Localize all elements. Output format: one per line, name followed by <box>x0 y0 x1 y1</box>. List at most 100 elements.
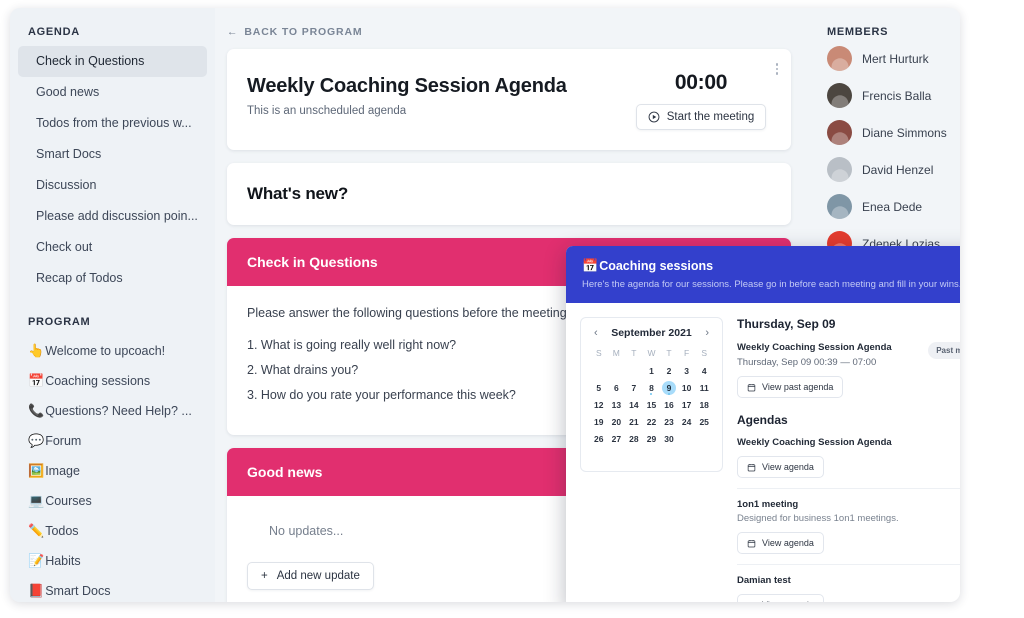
member-name: Diane Simmons <box>862 125 947 140</box>
calendar-widget[interactable]: ‹ September 2021 › SMTWTFS 1 2 3 4 5 6 7 8 9 10 11… <box>580 317 723 472</box>
calendar-day[interactable]: 15 <box>643 396 661 413</box>
calendar-day[interactable]: 1 <box>643 362 661 379</box>
view-agenda-button[interactable]: View agenda <box>737 594 824 602</box>
calendar-day[interactable]: 27 <box>608 430 626 447</box>
sidebar-program-item[interactable]: 💻 Courses <box>10 486 215 516</box>
calendar-day[interactable]: 22 <box>643 413 661 430</box>
sidebar-agenda-item[interactable]: Check in Questions <box>18 46 207 77</box>
sidebar-program-item[interactable]: 📕 Smart Docs <box>10 576 215 602</box>
calendar-day[interactable]: 5 <box>590 379 608 396</box>
calendar-day[interactable]: 17 <box>678 396 696 413</box>
calendar-day[interactable]: 21 <box>625 413 643 430</box>
calendar-day[interactable]: 19 <box>590 413 608 430</box>
member-name: Mert Hurturk <box>862 51 929 66</box>
agenda-entry-description: Designed for business 1on1 meetings. <box>737 513 899 524</box>
more-options-icon[interactable] <box>775 63 778 75</box>
add-new-update-button[interactable]: + Add new update <box>247 562 374 590</box>
calendar-day-empty <box>695 430 713 447</box>
calendar-day[interactable]: 2 <box>660 362 678 379</box>
view-past-agenda-button[interactable]: View past agenda <box>737 376 844 398</box>
calendar-day[interactable]: 29 <box>643 430 661 447</box>
view-agenda-button[interactable]: View agenda <box>737 456 824 478</box>
sidebar-agenda-item[interactable]: Please add discussion poin... <box>18 201 207 232</box>
calendar-day[interactable]: 24 <box>678 413 696 430</box>
sidebar-program-label: Habits <box>45 554 81 568</box>
calendar-day[interactable]: 23 <box>660 413 678 430</box>
telephone-emoji: 📞 <box>28 403 45 418</box>
calendar-weekday: F <box>683 348 690 358</box>
sidebar-program-label: Smart Docs <box>45 584 111 598</box>
calendar-day[interactable]: 8 <box>643 379 661 396</box>
start-meeting-label: Start the meeting <box>666 111 755 123</box>
calendar-day[interactable]: 12 <box>590 396 608 413</box>
member-name: Enea Dede <box>862 199 923 214</box>
overlay-detail-pane: Thursday, Sep 09 Weekly Coaching Session… <box>737 317 960 602</box>
avatar <box>827 120 852 145</box>
calendar-day[interactable]: 14 <box>625 396 643 413</box>
sidebar-agenda-item[interactable]: Recap of Todos <box>18 263 207 294</box>
list-item[interactable]: Enea Dede <box>827 194 960 219</box>
sidebar-agenda-item[interactable]: Todos from the previous w... <box>18 108 207 139</box>
avatar <box>827 46 852 71</box>
calendar-weekday-row: SMTWTFS <box>590 346 713 362</box>
pencil-emoji: ✏️ <box>28 523 45 538</box>
calendar-day-empty <box>590 362 608 379</box>
calendar-prev-icon[interactable]: ‹ <box>592 327 600 339</box>
calendar-icon <box>747 539 756 547</box>
calendar-icon <box>747 463 756 471</box>
sidebar-program-label: Forum <box>45 434 82 448</box>
calendar-day[interactable]: 13 <box>608 396 626 413</box>
calendar-day[interactable]: 6 <box>608 379 626 396</box>
calendar-day[interactable]: 30 <box>660 430 678 447</box>
avatar <box>827 83 852 108</box>
calendar-day[interactable]: 20 <box>608 413 626 430</box>
whats-new-card: What's new? <box>227 163 791 225</box>
sidebar-program-item[interactable]: 💬 Forum <box>10 426 215 456</box>
sidebar-program-item[interactable]: 📝 Habits <box>10 546 215 576</box>
speech-balloon-emoji: 💬 <box>28 433 45 448</box>
calendar-day[interactable]: 16 <box>660 396 678 413</box>
sidebar-agenda-item[interactable]: Check out <box>18 232 207 263</box>
calendar-grid: SMTWTFS 1 2 3 4 5 6 7 8 9 10 11 12 13 14 15 16 17 18 19 20 2… <box>590 346 713 447</box>
overlay-title: Coaching sessions <box>599 259 714 273</box>
sidebar-agenda-item[interactable]: Discussion <box>18 170 207 201</box>
calendar-day[interactable]: 28 <box>625 430 643 447</box>
sidebar-program-item[interactable]: 👆 Welcome to upcoach! <box>10 336 215 366</box>
list-item[interactable]: Frencis Balla <box>827 83 960 108</box>
agenda-entry-list: Weekly Coaching Session Agenda View agend… <box>737 437 960 602</box>
calendar-day[interactable]: 18 <box>695 396 713 413</box>
calendar-weekday: S <box>701 348 708 358</box>
back-to-program-link[interactable]: ← BACK TO PROGRAM <box>227 26 791 38</box>
view-agenda-button[interactable]: View agenda <box>737 532 824 554</box>
calendar-day[interactable]: 11 <box>695 379 713 396</box>
sidebar-program-label: Courses <box>45 494 92 508</box>
calendar-icon <box>748 601 755 602</box>
agenda-heading: AGENDA <box>28 26 80 38</box>
program-list: 👆 Welcome to upcoach! 📅 Coaching sessions 📞 Q… <box>10 336 215 602</box>
overlay-subtitle: Here's the agenda for our sessions. Plea… <box>582 279 960 290</box>
sidebar-program-item[interactable]: 📅 Coaching sessions <box>10 366 215 396</box>
list-item[interactable]: Diane Simmons <box>827 120 960 145</box>
calendar-next-icon[interactable]: › <box>703 327 711 339</box>
calendar-weekday: T <box>631 348 637 358</box>
sidebar-agenda-item[interactable]: Good news <box>18 77 207 108</box>
calendar-day[interactable]: 7 <box>625 379 643 396</box>
calendar-weekday: W <box>647 348 656 358</box>
calendar-day[interactable]: 4 <box>695 362 713 379</box>
sidebar-program-item[interactable]: 📞 Questions? Need Help? ... <box>10 396 215 426</box>
calendar-day[interactable]: 3 <box>678 362 696 379</box>
calendar-day-empty <box>678 430 696 447</box>
sidebar-program-item[interactable]: ✏️ Todos <box>10 516 215 546</box>
calendar-day[interactable]: 25 <box>695 413 713 430</box>
plus-icon: + <box>261 570 268 582</box>
list-item[interactable]: Mert Hurturk <box>827 46 960 71</box>
start-meeting-button[interactable]: Start the meeting <box>635 104 767 130</box>
sidebar-program-item[interactable]: 🖼️ Image <box>10 456 215 486</box>
calendar-day[interactable]: 9 <box>660 379 678 396</box>
list-item[interactable]: David Henzel <box>827 157 960 182</box>
calendar-day[interactable]: 10 <box>678 379 696 396</box>
sidebar-agenda-item[interactable]: Smart Docs <box>18 139 207 170</box>
calendar-day[interactable]: 26 <box>590 430 608 447</box>
selected-day-title: Thursday, Sep 09 <box>737 317 836 331</box>
sidebar-program-label: Image <box>45 464 80 478</box>
